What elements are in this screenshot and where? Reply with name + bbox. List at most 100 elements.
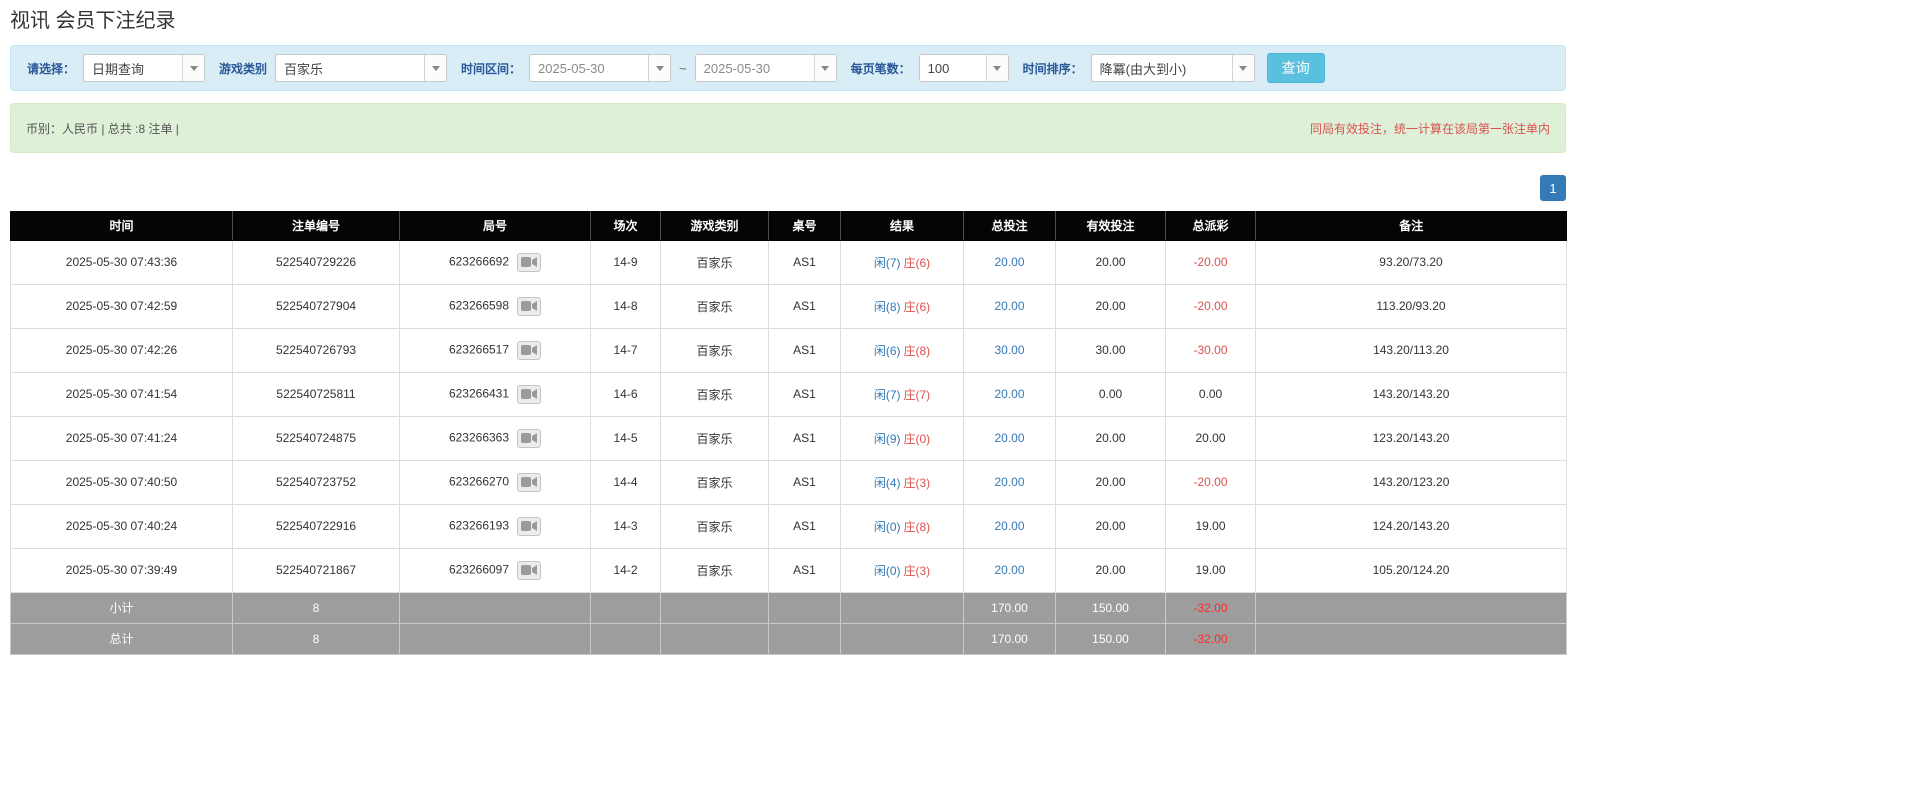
cell-total-bet[interactable]: 20.00 bbox=[964, 240, 1056, 284]
cell-note: 105.20/124.20 bbox=[1256, 548, 1567, 592]
game-type-input[interactable] bbox=[276, 55, 424, 81]
cell-bet-id: 522540724875 bbox=[233, 416, 400, 460]
sort-select[interactable] bbox=[1091, 54, 1255, 82]
video-replay-icon[interactable] bbox=[517, 561, 541, 580]
cell-bet-id: 522540721867 bbox=[233, 548, 400, 592]
cell-payout: 19.00 bbox=[1166, 504, 1256, 548]
result-banker: 庄(3) bbox=[904, 476, 931, 490]
cell-time: 2025-05-30 07:42:26 bbox=[11, 328, 233, 372]
cell-table-no: AS1 bbox=[769, 284, 841, 328]
round-number: 623266097 bbox=[449, 562, 509, 576]
cell-total-bet[interactable]: 20.00 bbox=[964, 460, 1056, 504]
cell-valid-bet: 30.00 bbox=[1056, 328, 1166, 372]
video-replay-icon[interactable] bbox=[517, 517, 541, 536]
chevron-down-icon[interactable] bbox=[648, 55, 670, 81]
search-button[interactable]: 查询 bbox=[1267, 53, 1325, 83]
table-row: 2025-05-30 07:39:49 522540721867 6232660… bbox=[11, 548, 1567, 592]
summary-bar: 币别：人民币 | 总共 :8 注单 | 同局有效投注，统一计算在该局第一张注单内 bbox=[10, 103, 1566, 153]
cell-note: 143.20/143.20 bbox=[1256, 372, 1567, 416]
cell-result: 闲(0)庄(8) bbox=[841, 504, 964, 548]
cell-result: 闲(9)庄(0) bbox=[841, 416, 964, 460]
cell-valid-bet: 20.00 bbox=[1056, 548, 1166, 592]
query-type-input[interactable] bbox=[84, 55, 182, 81]
col-game-type: 游戏类别 bbox=[661, 211, 769, 240]
caret-icon bbox=[993, 66, 1001, 71]
cell-valid-bet: 20.00 bbox=[1056, 416, 1166, 460]
page-size-input[interactable] bbox=[920, 55, 986, 81]
cell-total-bet[interactable]: 20.00 bbox=[964, 548, 1056, 592]
cell-game-type: 百家乐 bbox=[661, 548, 769, 592]
chevron-down-icon[interactable] bbox=[1232, 55, 1254, 81]
result-banker: 庄(0) bbox=[904, 432, 931, 446]
subtotal-label: 小计 bbox=[11, 592, 233, 623]
col-round: 局号 bbox=[400, 211, 591, 240]
video-replay-icon[interactable] bbox=[517, 297, 541, 316]
cell-table-no: AS1 bbox=[769, 460, 841, 504]
table-row: 2025-05-30 07:41:24 522540724875 6232663… bbox=[11, 416, 1567, 460]
cell-note: 124.20/143.20 bbox=[1256, 504, 1567, 548]
video-replay-icon[interactable] bbox=[517, 473, 541, 492]
chevron-down-icon[interactable] bbox=[424, 55, 446, 81]
cell-result: 闲(7)庄(7) bbox=[841, 372, 964, 416]
sort-input[interactable] bbox=[1092, 55, 1232, 81]
result-banker: 庄(8) bbox=[904, 344, 931, 358]
page-title: 视讯 会员下注纪录 bbox=[10, 4, 1566, 33]
table-row: 2025-05-30 07:40:50 522540723752 6232662… bbox=[11, 460, 1567, 504]
cell-total-bet[interactable]: 20.00 bbox=[964, 504, 1056, 548]
table-row: 2025-05-30 07:40:24 522540722916 6232661… bbox=[11, 504, 1567, 548]
filter-bar: 请选择： 游戏类别 时间区间： ~ 每页笔数： 时间排序： bbox=[10, 45, 1566, 91]
result-banker: 庄(6) bbox=[904, 256, 931, 270]
caret-icon bbox=[1239, 66, 1247, 71]
cell-total-bet[interactable]: 20.00 bbox=[964, 372, 1056, 416]
cell-session: 14-5 bbox=[591, 416, 661, 460]
result-player: 闲(9) bbox=[874, 432, 901, 446]
table-row: 2025-05-30 07:42:59 522540727904 6232665… bbox=[11, 284, 1567, 328]
cell-valid-bet: 0.00 bbox=[1056, 372, 1166, 416]
query-type-select[interactable] bbox=[83, 54, 205, 82]
total-label: 总计 bbox=[11, 623, 233, 654]
game-type-select[interactable] bbox=[275, 54, 447, 82]
page-container: 视讯 会员下注纪录 请选择： 游戏类别 时间区间： ~ 每页笔数： 时间排序： bbox=[10, 0, 1566, 655]
round-number: 623266517 bbox=[449, 342, 509, 356]
page-button-1[interactable]: 1 bbox=[1540, 175, 1566, 201]
subtotal-payout: -32.00 bbox=[1166, 592, 1256, 623]
cell-session: 14-2 bbox=[591, 548, 661, 592]
page-size-label: 每页笔数： bbox=[851, 60, 911, 77]
cell-result: 闲(7)庄(6) bbox=[841, 240, 964, 284]
cell-valid-bet: 20.00 bbox=[1056, 240, 1166, 284]
chevron-down-icon[interactable] bbox=[814, 55, 836, 81]
cell-game-type: 百家乐 bbox=[661, 372, 769, 416]
col-total-bet: 总投注 bbox=[964, 211, 1056, 240]
cell-bet-id: 522540723752 bbox=[233, 460, 400, 504]
round-number: 623266598 bbox=[449, 298, 509, 312]
cell-payout: 0.00 bbox=[1166, 372, 1256, 416]
date-to-picker[interactable] bbox=[695, 54, 837, 82]
round-number: 623266431 bbox=[449, 386, 509, 400]
page-size-select[interactable] bbox=[919, 54, 1009, 82]
video-replay-icon[interactable] bbox=[517, 429, 541, 448]
video-replay-icon[interactable] bbox=[517, 253, 541, 272]
cell-total-bet[interactable]: 20.00 bbox=[964, 284, 1056, 328]
chevron-down-icon[interactable] bbox=[986, 55, 1008, 81]
video-replay-icon[interactable] bbox=[517, 385, 541, 404]
video-replay-icon[interactable] bbox=[517, 341, 541, 360]
cell-game-type: 百家乐 bbox=[661, 328, 769, 372]
table-row: 2025-05-30 07:42:26 522540726793 6232665… bbox=[11, 328, 1567, 372]
cell-payout: -20.00 bbox=[1166, 240, 1256, 284]
date-from-picker[interactable] bbox=[529, 54, 671, 82]
cell-payout: -20.00 bbox=[1166, 460, 1256, 504]
cell-time: 2025-05-30 07:40:24 bbox=[11, 504, 233, 548]
col-result: 结果 bbox=[841, 211, 964, 240]
chevron-down-icon[interactable] bbox=[182, 55, 204, 81]
round-number: 623266363 bbox=[449, 430, 509, 444]
cell-time: 2025-05-30 07:41:24 bbox=[11, 416, 233, 460]
round-number: 623266270 bbox=[449, 474, 509, 488]
date-from-input[interactable] bbox=[530, 55, 648, 81]
valid-bet-notice: 同局有效投注，统一计算在该局第一张注单内 bbox=[1310, 120, 1550, 137]
game-type-label: 游戏类别 bbox=[219, 60, 267, 77]
cell-total-bet[interactable]: 20.00 bbox=[964, 416, 1056, 460]
total-total-bet: 170.00 bbox=[964, 623, 1056, 654]
date-to-input[interactable] bbox=[696, 55, 814, 81]
cell-total-bet[interactable]: 30.00 bbox=[964, 328, 1056, 372]
cell-payout: 20.00 bbox=[1166, 416, 1256, 460]
